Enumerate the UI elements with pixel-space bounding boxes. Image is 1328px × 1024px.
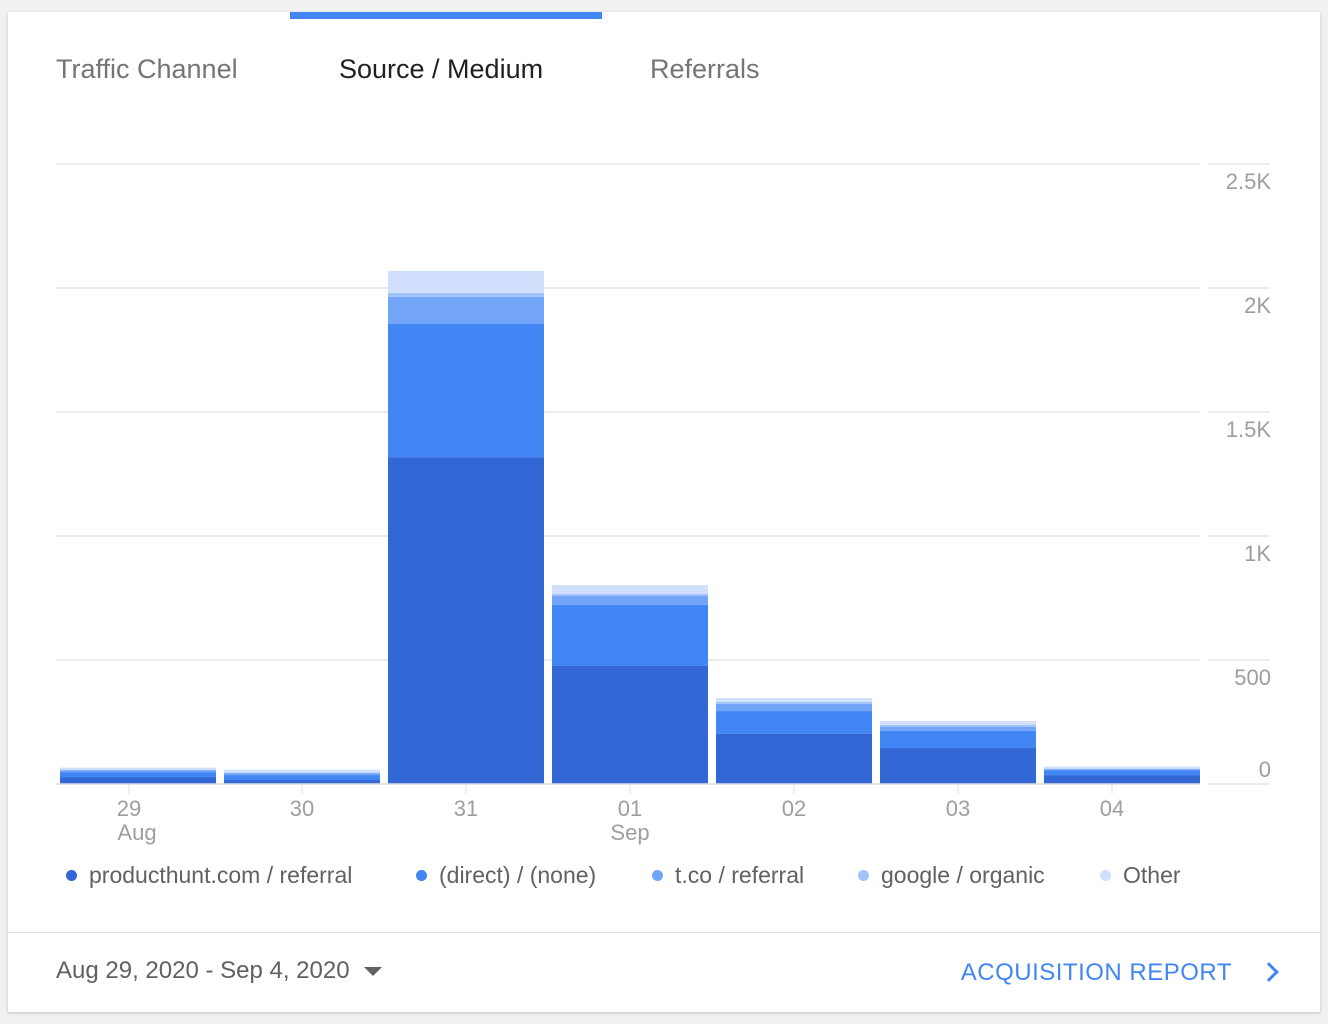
legend-item[interactable]: (direct) / (none) (416, 862, 596, 889)
bar-segment (388, 296, 544, 324)
bar-segment (60, 777, 216, 784)
bar-segment (388, 323, 544, 458)
tab-referrals[interactable]: Referrals (650, 54, 760, 85)
acquisition-report-label: ACQUISITION REPORT (960, 959, 1232, 986)
x-tick-label: 03 (946, 796, 970, 821)
legend-item[interactable]: Other (1100, 862, 1181, 889)
bar-segment (1044, 775, 1200, 784)
x-tick-label: 31 (454, 796, 478, 821)
bar-segment (60, 770, 216, 773)
legend-item[interactable]: google / organic (858, 862, 1045, 889)
bar-segment (552, 604, 708, 666)
legend-label: (direct) / (none) (439, 862, 597, 888)
date-range-text: Aug 29, 2020 - Sep 4, 2020 (56, 957, 350, 984)
bar-segment (716, 733, 872, 784)
legend-dot-icon (652, 870, 663, 881)
y-tick-label: 2.5K (1226, 169, 1272, 194)
y-tick-label: 500 (1234, 665, 1271, 690)
x-tick-sublabel: Sep (610, 820, 649, 845)
y-tick-label: 1.5K (1226, 417, 1272, 442)
bar-segment (880, 730, 1036, 749)
bar-segment (552, 665, 708, 784)
bar-segment (388, 270, 544, 293)
bar-segment (388, 292, 544, 297)
bar-segment (716, 711, 872, 734)
bar-segment (224, 769, 380, 773)
bar-segment (224, 773, 380, 776)
dropdown-caret-icon (363, 967, 382, 977)
legend-item[interactable]: t.co / referral (652, 862, 804, 889)
bar-segment (880, 726, 1036, 731)
bar-segment (552, 585, 708, 595)
legend-label: Other (1123, 862, 1181, 888)
legend-label: producthunt.com / referral (89, 862, 353, 888)
bar-segment (716, 701, 872, 704)
x-tick-label: 04 (1100, 796, 1124, 821)
legend-item[interactable]: producthunt.com / referral (66, 862, 352, 889)
bar-segment (880, 724, 1036, 727)
x-tick-label: 01 (618, 796, 642, 821)
bar-segment (1044, 770, 1200, 776)
bar-segment (60, 767, 216, 770)
bar-segment (880, 748, 1036, 784)
bar-segment (880, 721, 1036, 725)
stacked-bar-chart: 0 500 1K 1.5K 2K 2.5K 29Aug 30 31 01Sep 02 03 04 (56, 163, 1272, 845)
x-tick-label: 30 (290, 796, 314, 821)
y-tick-label: 1K (1244, 541, 1271, 566)
bar-segment (1044, 769, 1200, 771)
tab-source-medium[interactable]: Source / Medium (339, 54, 543, 85)
acquisition-card: Traffic Channel Source / Medium Referral… (8, 12, 1320, 1012)
y-tick-label: 2K (1244, 293, 1271, 318)
acquisition-report-link[interactable]: ACQUISITION REPORT (960, 959, 1279, 987)
legend-label: t.co / referral (675, 862, 805, 888)
bar-segment (388, 457, 544, 784)
legend-dot-icon (416, 870, 427, 881)
legend-dot-icon (66, 870, 77, 881)
x-tick-label: 29 (117, 796, 141, 821)
x-tick-label: 02 (782, 796, 806, 821)
bar-segment (552, 594, 708, 597)
chevron-right-icon (1259, 961, 1279, 982)
bar-segment (1044, 766, 1200, 769)
tab-traffic-channel[interactable]: Traffic Channel (56, 54, 238, 85)
bar-segment (60, 772, 216, 778)
legend-dot-icon (1100, 870, 1111, 881)
bar-segment (224, 775, 380, 781)
legend-dot-icon (858, 870, 869, 881)
card-footer: Aug 29, 2020 - Sep 4, 2020 ACQUISITION R… (8, 932, 1320, 1013)
legend-label: google / organic (881, 862, 1045, 888)
date-range-selector[interactable]: Aug 29, 2020 - Sep 4, 2020 (56, 957, 382, 985)
bar-segment (716, 703, 872, 712)
bar-segment (716, 697, 872, 702)
x-tick-sublabel: Aug (117, 820, 156, 845)
bar-segment (552, 596, 708, 605)
y-tick-label: 0 (1259, 757, 1271, 782)
